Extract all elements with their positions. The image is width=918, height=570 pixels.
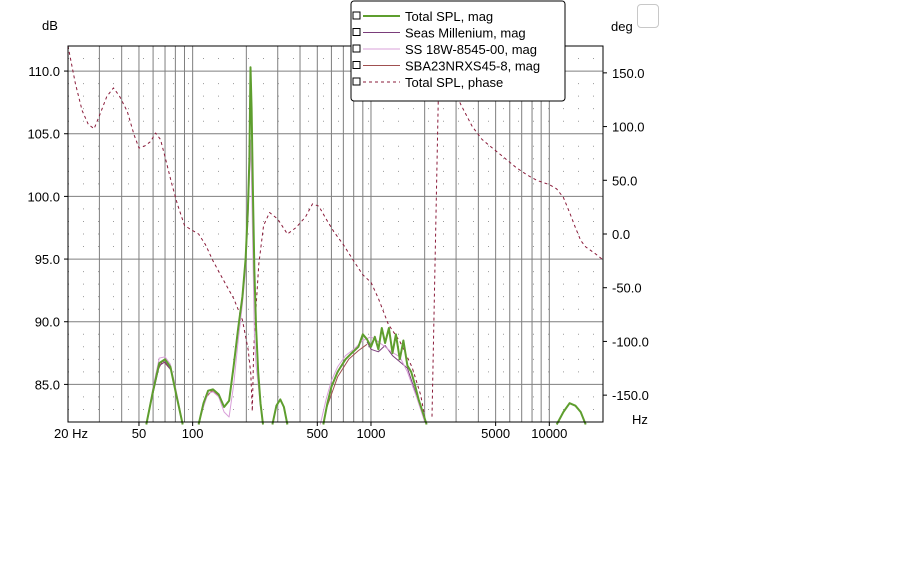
legend-label: Total SPL, phase [405,75,503,90]
legend-checkbox-icon [352,28,361,36]
y2-tick-label: 50.0 [612,173,637,188]
legend-label: Total SPL, mag [405,9,493,24]
x-axis-unit: Hz [632,412,648,427]
series-line-ss-0 [145,356,184,425]
y-tick-label: 105.0 [27,127,60,142]
y2-axis-unit: deg [611,19,633,34]
y-tick-label: 110.0 [28,64,60,79]
legend: Total SPL, mag Seas Millenium, magSS 18W-… [350,0,566,102]
series-line-total-mag-2 [271,398,289,425]
series-line-phase-1 [431,67,604,417]
series-line-total-mag-4 [555,402,587,425]
legend-checkbox-icon [352,61,361,69]
series-layer [67,45,604,425]
x-tick-label: 20 Hz [54,426,88,441]
series-line-sba-2 [325,343,368,410]
legend-label: Seas Millenium, mag [405,26,526,41]
legend-checkbox-icon [352,11,361,20]
x-tick-label: 100 [182,426,204,441]
series-line-seas-1 [366,341,428,424]
x-tick-label: 10000 [531,426,567,441]
y-tick-label: 85.0 [35,377,60,392]
corner-checkbox[interactable] [637,4,659,28]
frequency-response-chart: 20 Hz 50 100 500 1000 5000 10000 110.0 105.0 100.… [27,0,649,441]
y2-tick-label: 100.0 [612,120,645,135]
legend-label: SS 18W-8545-00, mag [405,42,537,57]
legend-label: SBA23NRXS45-8, mag [405,59,540,74]
grid [68,46,603,423]
y2-tick-label: -150.0 [612,388,649,403]
y-tick-label: 90.0 [35,315,60,330]
plot-frame [67,45,604,423]
legend-checkbox-icon [352,44,361,53]
x-tick-label: 5000 [481,426,510,441]
series-line-total-mag-3 [322,327,428,425]
x-tick-label: 1000 [357,426,386,441]
y2-tick-label: -50.0 [612,281,642,296]
y-tick-label: 95.0 [35,252,60,267]
y2-tick-label: -100.0 [612,334,649,349]
y2-tick-label: 0.0 [612,227,630,242]
y-tick-label: 100.0 [27,189,60,204]
y-axis-unit: dB [42,18,58,33]
y2-tick-label: 150.0 [612,66,645,81]
legend-checkbox-icon [352,77,361,86]
x-tick-label: 500 [306,426,328,441]
x-tick-label: 50 [132,426,146,441]
